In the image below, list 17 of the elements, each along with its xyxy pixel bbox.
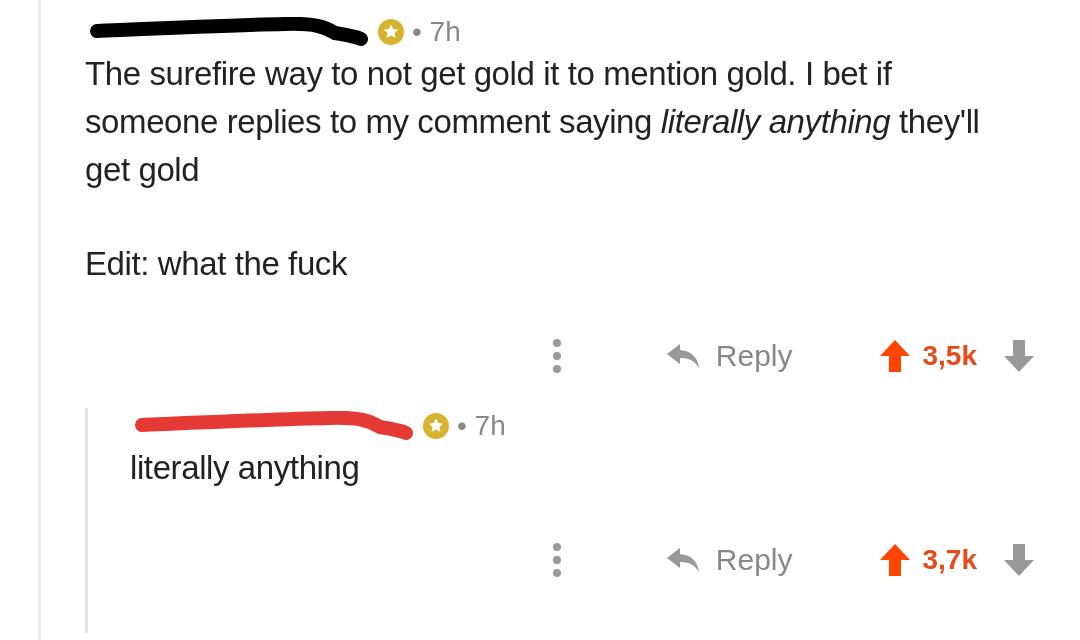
more-options-icon[interactable] (551, 543, 562, 577)
upvote-arrow-icon[interactable] (878, 543, 911, 577)
comment-text: The surefire way to not get gold it to mention gold. I bet if someone replies to my comment saying literally anything they'll get gold (85, 54, 981, 190)
comment-text: literally anything (130, 448, 361, 488)
downvote-arrow-icon[interactable] (1003, 339, 1035, 373)
downvote-arrow-icon[interactable] (1003, 543, 1035, 577)
comment-time: • 7h (457, 410, 506, 442)
reply-arrow-icon (665, 343, 702, 369)
reply-button[interactable]: Reply (665, 543, 793, 577)
vote-score: 3,5k (922, 340, 977, 372)
comment-time: • 7h (412, 16, 461, 48)
reply-button[interactable]: Reply (665, 339, 793, 373)
reply-arrow-icon (665, 547, 702, 573)
vote-score: 3,7k (922, 544, 977, 576)
comment-text: Edit: what the fuck (85, 244, 349, 284)
more-options-icon[interactable] (551, 339, 562, 373)
upvote-arrow-icon[interactable] (878, 339, 911, 373)
